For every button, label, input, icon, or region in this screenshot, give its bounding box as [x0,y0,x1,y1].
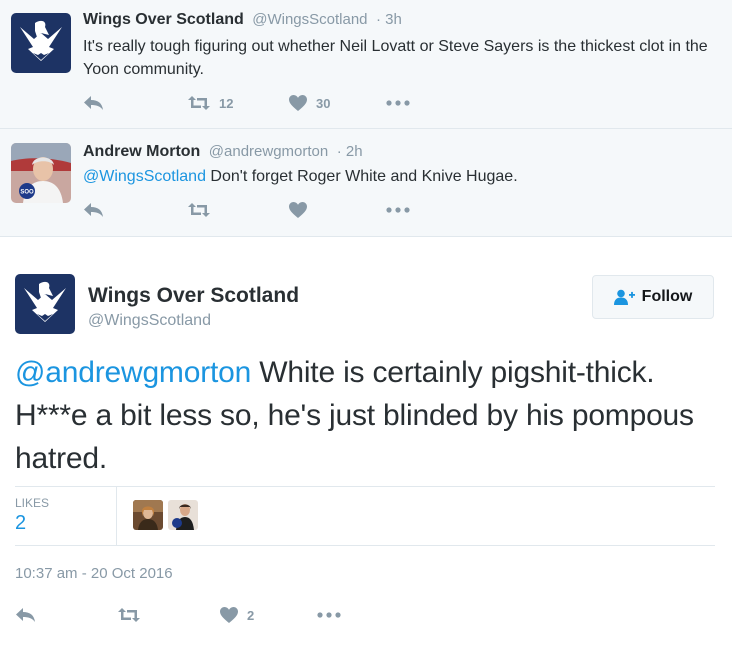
retweet-button[interactable] [187,199,211,221]
like-button[interactable] [288,199,308,221]
tweet-reply-1[interactable]: Wings Over Scotland @WingsScotland · 3h … [0,0,732,129]
person-photo-icon [168,500,198,530]
user-name[interactable]: Wings Over Scotland [88,284,299,308]
reply-button[interactable] [83,92,105,114]
stats-divider [116,487,117,545]
more-button[interactable] [386,92,410,114]
tweet-timestamp[interactable]: 10:37 am - 20 Oct 2016 [15,565,173,582]
reply-icon [84,203,103,217]
user-name[interactable]: Wings Over Scotland [83,11,244,28]
liker-avatar[interactable] [133,500,163,530]
retweet-icon [188,203,210,217]
retweet-button[interactable]: 12 [187,92,233,114]
wings-logo-icon [11,13,71,73]
like-button[interactable]: 30 [288,92,330,114]
more-icon [317,612,341,618]
tweet-time[interactable]: · 2h [337,143,363,160]
follow-person-icon [613,289,635,305]
more-icon [386,100,410,106]
wings-logo-icon [15,274,75,334]
retweet-icon [118,608,140,622]
reply-icon [84,96,103,110]
like-button[interactable]: 2 [219,604,254,626]
reply-button[interactable] [15,604,37,626]
avatar-badge: SOO [20,190,34,196]
follow-button[interactable]: Follow [592,275,714,319]
tweet-text: @andrewgmorton White is certainly pigshi… [15,351,705,480]
user-handle[interactable]: @WingsScotland [88,312,211,330]
person-photo-icon [133,500,163,530]
like-count: 30 [316,95,331,111]
likes-label: LIKES [15,496,50,510]
more-icon [386,207,410,213]
more-button[interactable] [386,199,410,221]
heart-icon [289,202,307,218]
person-photo-icon: SOO [11,143,71,203]
like-count: 2 [247,607,255,623]
user-handle[interactable]: @andrewgmorton [209,143,328,160]
mention-link[interactable]: @WingsScotland [83,168,206,185]
tweet-time[interactable]: · 3h [376,11,402,28]
retweet-icon [188,96,210,110]
tweet-header: Andrew Morton @andrewgmorton · 2h [83,143,363,161]
user-name[interactable]: Andrew Morton [83,143,200,160]
tweet-body: Don't forget Roger White and Knive Hugae… [205,168,518,185]
main-tweet: Wings Over Scotland @WingsScotland Follo… [0,237,732,645]
tweet-header: Wings Over Scotland @WingsScotland · 3h [83,11,402,29]
avatar-wings[interactable] [11,13,71,73]
tweet-text: It's really tough figuring out whether N… [83,38,708,78]
reply-icon [16,608,35,622]
user-handle[interactable]: @WingsScotland [252,11,367,28]
tweet-stats: LIKES 2 [15,486,715,546]
retweet-count: 12 [219,95,234,111]
retweet-button[interactable] [117,604,141,626]
liker-avatar[interactable] [168,500,198,530]
more-button[interactable] [317,604,341,626]
tweet-reply-2[interactable]: SOO Andrew Morton @andrewgmorton · 2h @W… [0,129,732,237]
likes-count[interactable]: 2 [15,512,26,535]
avatar-andrew[interactable]: SOO [11,143,71,203]
avatar-wings[interactable] [15,274,75,334]
mention-link[interactable]: @andrewgmorton [15,356,251,389]
heart-icon [220,607,238,623]
heart-icon [289,95,307,111]
follow-label: Follow [641,288,693,305]
reply-button[interactable] [83,199,105,221]
tweet-text: @WingsScotland Don't forget Roger White … [83,165,713,188]
